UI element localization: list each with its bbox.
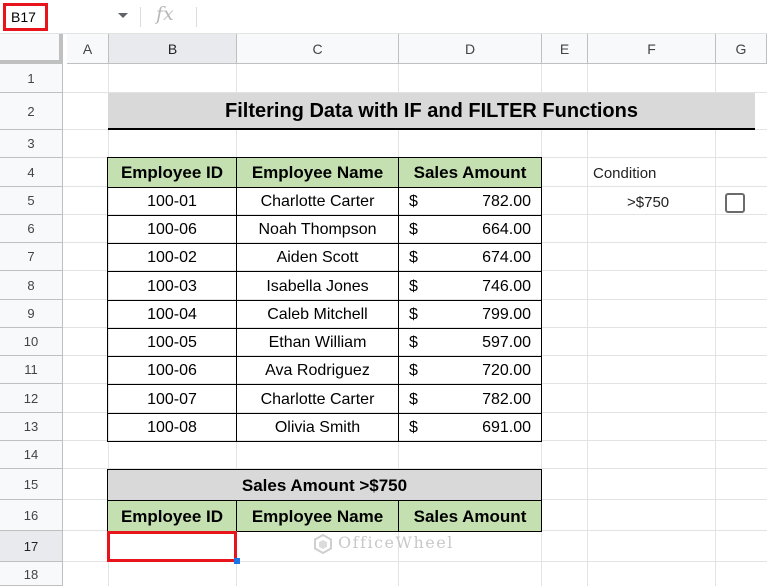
cell-employee-name[interactable]: Isabella Jones — [237, 272, 399, 301]
condition-value[interactable]: >$750 — [627, 194, 669, 211]
cell-employee-id[interactable]: 100-01 — [108, 188, 237, 216]
row-header-4[interactable]: 4 — [0, 158, 63, 187]
row-header-9[interactable]: 9 — [0, 300, 63, 328]
cell-sales-amount[interactable]: $746.00 — [399, 272, 542, 301]
chevron-down-icon[interactable] — [118, 13, 128, 18]
cell-employee-name[interactable]: Noah Thompson — [237, 216, 399, 244]
cell-sales-amount[interactable]: $597.00 — [399, 329, 542, 357]
sales-table: Employee ID Employee Name Sales Amount 1… — [107, 157, 542, 442]
row-header-10[interactable]: 10 — [0, 328, 63, 356]
cell-employee-id[interactable]: 100-07 — [108, 385, 237, 414]
cell-employee-name[interactable]: Caleb Mitchell — [237, 301, 399, 329]
cell-employee-id[interactable]: 100-02 — [108, 244, 237, 272]
cell-employee-name[interactable]: Ava Rodriguez — [237, 357, 399, 385]
row-header-16[interactable]: 16 — [0, 500, 63, 531]
currency-symbol: $ — [409, 362, 418, 379]
header-employee-id[interactable]: Employee ID — [108, 158, 237, 188]
condition-checkbox[interactable] — [725, 193, 745, 213]
cell-employee-name[interactable]: Charlotte Carter — [237, 188, 399, 216]
cell-sales-amount[interactable]: $720.00 — [399, 357, 542, 385]
selected-cell-b17[interactable] — [107, 531, 237, 562]
currency-symbol: $ — [409, 278, 418, 295]
column-header-b[interactable]: B — [109, 34, 237, 64]
select-all-corner[interactable] — [0, 34, 63, 64]
condition-label: Condition — [593, 165, 657, 182]
amount-value: 664.00 — [482, 221, 531, 238]
amount-value: 720.00 — [482, 362, 531, 379]
fx-icon: fx — [156, 3, 174, 25]
amount-value: 597.00 — [482, 334, 531, 351]
result-header-sales-amount[interactable]: Sales Amount — [399, 501, 542, 532]
row-header-13[interactable]: 13 — [0, 413, 63, 441]
amount-value: 674.00 — [482, 249, 531, 266]
formula-input[interactable] — [206, 6, 756, 28]
row-header-5[interactable]: 5 — [0, 187, 63, 215]
header-sales-amount[interactable]: Sales Amount — [399, 158, 542, 188]
cell-employee-id[interactable]: 100-03 — [108, 272, 237, 301]
cell-sales-amount[interactable]: $664.00 — [399, 216, 542, 244]
currency-symbol: $ — [409, 419, 418, 436]
name-box[interactable]: B17 — [3, 3, 48, 31]
cell-employee-id[interactable]: 100-05 — [108, 329, 237, 357]
formula-bar-divider — [140, 7, 141, 27]
cell-employee-name[interactable]: Aiden Scott — [237, 244, 399, 272]
amount-value: 782.00 — [482, 193, 531, 210]
cell-sales-amount[interactable]: $782.00 — [399, 188, 542, 216]
row-header-15[interactable]: 15 — [0, 469, 63, 500]
row-header-7[interactable]: 7 — [0, 243, 63, 271]
row-header-1[interactable]: 1 — [0, 64, 63, 93]
cell-employee-name[interactable]: Charlotte Carter — [237, 385, 399, 414]
column-header-g[interactable]: G — [716, 34, 767, 64]
amount-value: 691.00 — [482, 419, 531, 436]
column-header-c[interactable]: C — [237, 34, 399, 64]
fill-handle[interactable] — [234, 558, 240, 564]
currency-symbol: $ — [409, 306, 418, 323]
amount-value: 746.00 — [482, 278, 531, 295]
result-header-employee-name[interactable]: Employee Name — [237, 501, 399, 532]
cell-employee-id[interactable]: 100-06 — [108, 216, 237, 244]
column-header-a[interactable]: A — [67, 34, 109, 64]
currency-symbol: $ — [409, 193, 418, 210]
cell-employee-name[interactable]: Ethan William — [237, 329, 399, 357]
cell-sales-amount[interactable]: $674.00 — [399, 244, 542, 272]
row-header-8[interactable]: 8 — [0, 271, 63, 300]
result-header-employee-id[interactable]: Employee ID — [108, 501, 237, 532]
officewheel-logo-icon — [314, 534, 332, 554]
row-header-14[interactable]: 14 — [0, 441, 63, 469]
formula-bar-divider — [196, 7, 197, 27]
column-header-d[interactable]: D — [399, 34, 542, 64]
currency-symbol: $ — [409, 334, 418, 351]
watermark: OfficeWheel — [338, 533, 454, 552]
row-header-3[interactable]: 3 — [0, 130, 63, 158]
cell-sales-amount[interactable]: $782.00 — [399, 385, 542, 414]
result-table: Sales Amount >$750 Employee ID Employee … — [107, 469, 542, 532]
column-header-e[interactable]: E — [542, 34, 588, 64]
column-header-f[interactable]: F — [588, 34, 716, 64]
currency-symbol: $ — [409, 249, 418, 266]
row-header-17[interactable]: 17 — [0, 531, 63, 562]
result-table-title[interactable]: Sales Amount >$750 — [108, 470, 542, 501]
cell-employee-id[interactable]: 100-08 — [108, 414, 237, 442]
cell-employee-id[interactable]: 100-04 — [108, 301, 237, 329]
cell-sales-amount[interactable]: $691.00 — [399, 414, 542, 442]
amount-value: 799.00 — [482, 306, 531, 323]
cell-sales-amount[interactable]: $799.00 — [399, 301, 542, 329]
currency-symbol: $ — [409, 391, 418, 408]
currency-symbol: $ — [409, 221, 418, 238]
row-header-18[interactable]: 18 — [0, 562, 63, 586]
row-header-2[interactable]: 2 — [0, 93, 63, 130]
amount-value: 782.00 — [482, 391, 531, 408]
row-header-6[interactable]: 6 — [0, 215, 63, 243]
row-header-11[interactable]: 11 — [0, 356, 63, 384]
cell-employee-name[interactable]: Olivia Smith — [237, 414, 399, 442]
row-header-12[interactable]: 12 — [0, 384, 63, 413]
cell-employee-id[interactable]: 100-06 — [108, 357, 237, 385]
sheet-title: Filtering Data with IF and FILTER Functi… — [108, 93, 755, 130]
header-employee-name[interactable]: Employee Name — [237, 158, 399, 188]
